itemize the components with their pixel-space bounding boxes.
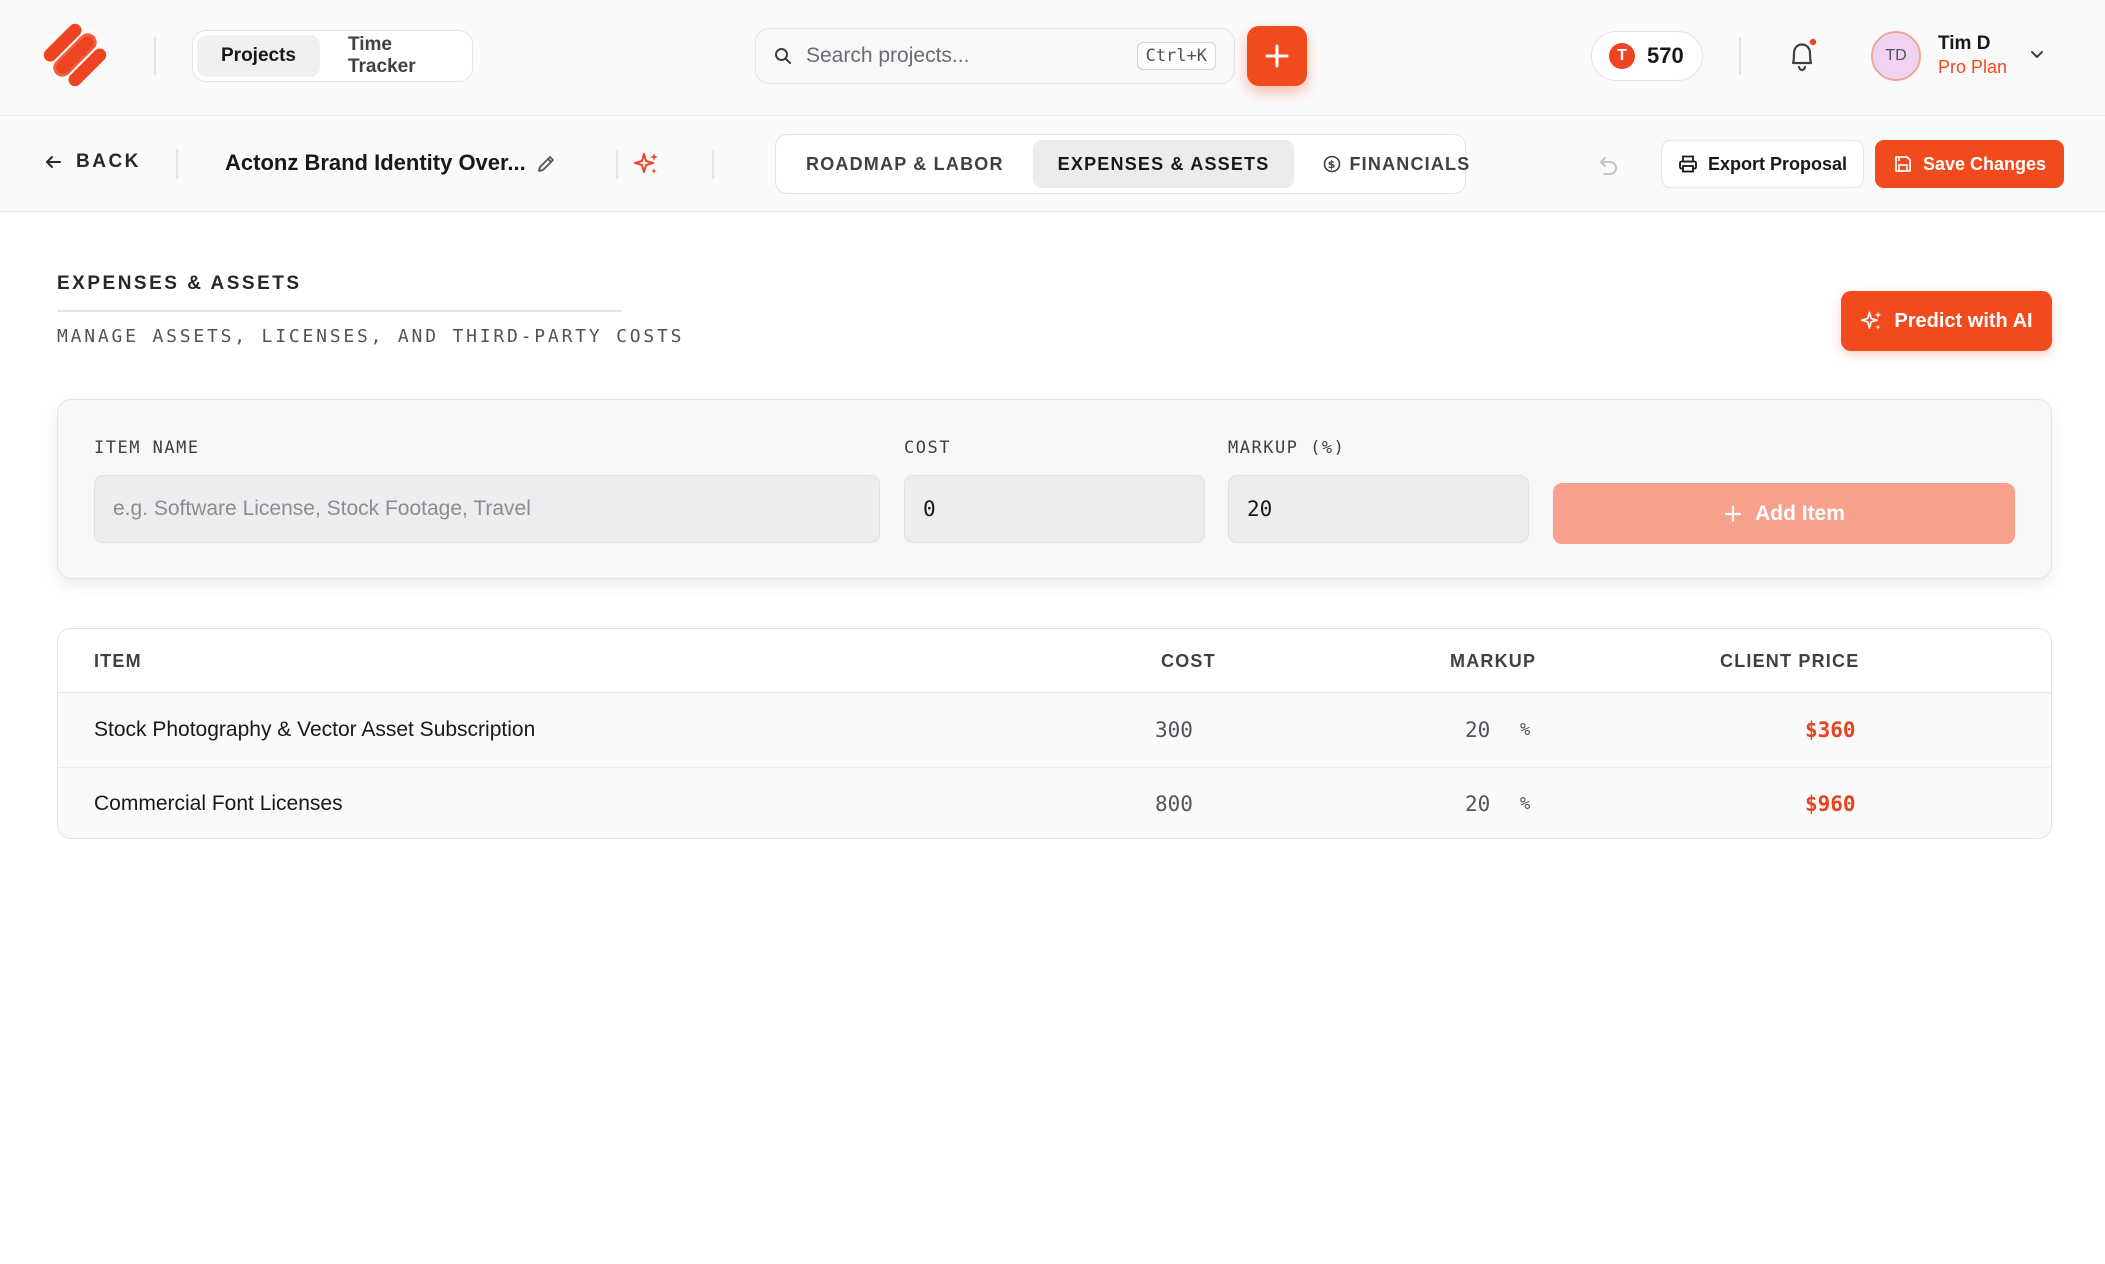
divider bbox=[1739, 37, 1741, 75]
edit-pencil-icon[interactable] bbox=[535, 153, 557, 175]
row-markup: 20 bbox=[1465, 792, 1491, 816]
project-toolbar: BACK Actonz Brand Identity Over... ROADM… bbox=[0, 117, 2105, 212]
row-markup: 20 bbox=[1465, 718, 1491, 742]
column-header-item: ITEM bbox=[94, 651, 142, 671]
undo-icon[interactable] bbox=[1594, 153, 1620, 179]
section-title: EXPENSES & ASSETS bbox=[57, 273, 302, 294]
item-name-label: ITEM NAME bbox=[94, 438, 200, 458]
main-nav: Projects Time Tracker bbox=[192, 30, 473, 82]
save-icon bbox=[1895, 156, 1911, 172]
save-changes-button[interactable]: Save Changes bbox=[1875, 140, 2064, 188]
top-header: Projects Time Tracker Ctrl+K T 570 TD Ti… bbox=[0, 0, 2105, 116]
row-markup-unit: % bbox=[1520, 794, 1531, 814]
search-shortcut-badge: Ctrl+K bbox=[1136, 42, 1216, 70]
printer-icon bbox=[1679, 155, 1697, 173]
token-icon: T bbox=[1609, 43, 1635, 69]
nav-projects[interactable]: Projects bbox=[197, 35, 320, 77]
create-new-button[interactable] bbox=[1247, 26, 1307, 86]
search-box[interactable]: Ctrl+K bbox=[755, 28, 1235, 84]
table-row[interactable]: Commercial Font Licenses 800 20 % $960 bbox=[58, 767, 2051, 838]
save-changes-label: Save Changes bbox=[1922, 153, 2047, 174]
notification-bell-icon[interactable] bbox=[1786, 38, 1818, 74]
chevron-down-icon[interactable] bbox=[2026, 44, 2048, 66]
user-name: Tim D bbox=[1938, 33, 1991, 54]
divider bbox=[176, 149, 178, 179]
cost-input[interactable] bbox=[904, 475, 1205, 543]
table-header: ITEM COST MARKUP CLIENT PRICE bbox=[58, 629, 2051, 693]
predict-with-ai-label: Predict with AI bbox=[1894, 309, 2033, 332]
divider bbox=[712, 151, 714, 179]
ai-sparkle-icon bbox=[1861, 311, 1882, 330]
nav-time-tracker[interactable]: Time Tracker bbox=[324, 34, 468, 77]
avatar[interactable]: TD bbox=[1871, 31, 1921, 81]
row-markup-unit: % bbox=[1520, 720, 1531, 740]
column-header-cost: COST bbox=[1161, 651, 1216, 671]
dollar-circle-icon: $ bbox=[1324, 155, 1341, 173]
row-item-name: Stock Photography & Vector Asset Subscri… bbox=[94, 718, 536, 741]
project-title: Actonz Brand Identity Over... bbox=[225, 150, 526, 175]
search-icon bbox=[775, 48, 791, 64]
item-name-input[interactable] bbox=[94, 475, 880, 543]
tab-roadmap-labor[interactable]: ROADMAP & LABOR bbox=[781, 140, 1029, 188]
arrow-left-icon bbox=[46, 156, 61, 168]
divider bbox=[616, 151, 618, 179]
credits-count: 570 bbox=[1647, 43, 1684, 68]
column-header-markup: MARKUP bbox=[1450, 651, 1537, 671]
markup-input[interactable] bbox=[1228, 475, 1529, 543]
ai-sparkle-icon[interactable] bbox=[633, 150, 661, 178]
svg-text:$: $ bbox=[1328, 158, 1337, 171]
credits-badge[interactable]: T 570 bbox=[1591, 31, 1703, 81]
predict-with-ai-button[interactable]: Predict with AI bbox=[1841, 291, 2052, 351]
column-header-client-price: CLIENT PRICE bbox=[1720, 651, 1860, 671]
back-label: BACK bbox=[76, 151, 141, 172]
add-expense-form: ITEM NAME COST MARKUP (%) Add Item bbox=[57, 399, 2052, 579]
add-item-button[interactable]: Add Item bbox=[1553, 483, 2015, 544]
section-divider bbox=[57, 310, 622, 312]
divider bbox=[154, 37, 156, 75]
export-proposal-label: Export Proposal bbox=[1707, 153, 1848, 174]
project-tabs: ROADMAP & LABOR EXPENSES & ASSETS $ FINA… bbox=[775, 134, 1469, 194]
table-row[interactable]: Stock Photography & Vector Asset Subscri… bbox=[58, 694, 2051, 767]
add-item-label: Add Item bbox=[1755, 501, 1845, 525]
markup-label: MARKUP (%) bbox=[1228, 438, 1346, 458]
export-proposal-button[interactable]: Export Proposal bbox=[1661, 140, 1864, 188]
row-client-price: $960 bbox=[1805, 792, 1856, 816]
search-input[interactable] bbox=[806, 44, 1137, 68]
row-item-name: Commercial Font Licenses bbox=[94, 792, 343, 815]
row-client-price: $360 bbox=[1805, 718, 1856, 742]
row-cost: 300 bbox=[1155, 718, 1193, 742]
tab-financials[interactable]: $ FINANCIALS bbox=[1298, 140, 1495, 188]
back-button[interactable]: BACK bbox=[44, 151, 141, 173]
plus-icon bbox=[1265, 44, 1289, 68]
app-logo-icon[interactable] bbox=[42, 22, 108, 88]
section-subtitle: MANAGE ASSETS, LICENSES, AND THIRD-PARTY… bbox=[57, 326, 685, 347]
expenses-table: ITEM COST MARKUP CLIENT PRICE Stock Phot… bbox=[57, 628, 2052, 839]
cost-label: COST bbox=[904, 438, 951, 458]
plus-icon bbox=[1724, 505, 1742, 522]
row-cost: 800 bbox=[1155, 792, 1193, 816]
tab-financials-label: FINANCIALS bbox=[1349, 153, 1471, 174]
tab-expenses-assets[interactable]: EXPENSES & ASSETS bbox=[1032, 140, 1295, 188]
user-plan: Pro Plan bbox=[1938, 57, 2008, 77]
